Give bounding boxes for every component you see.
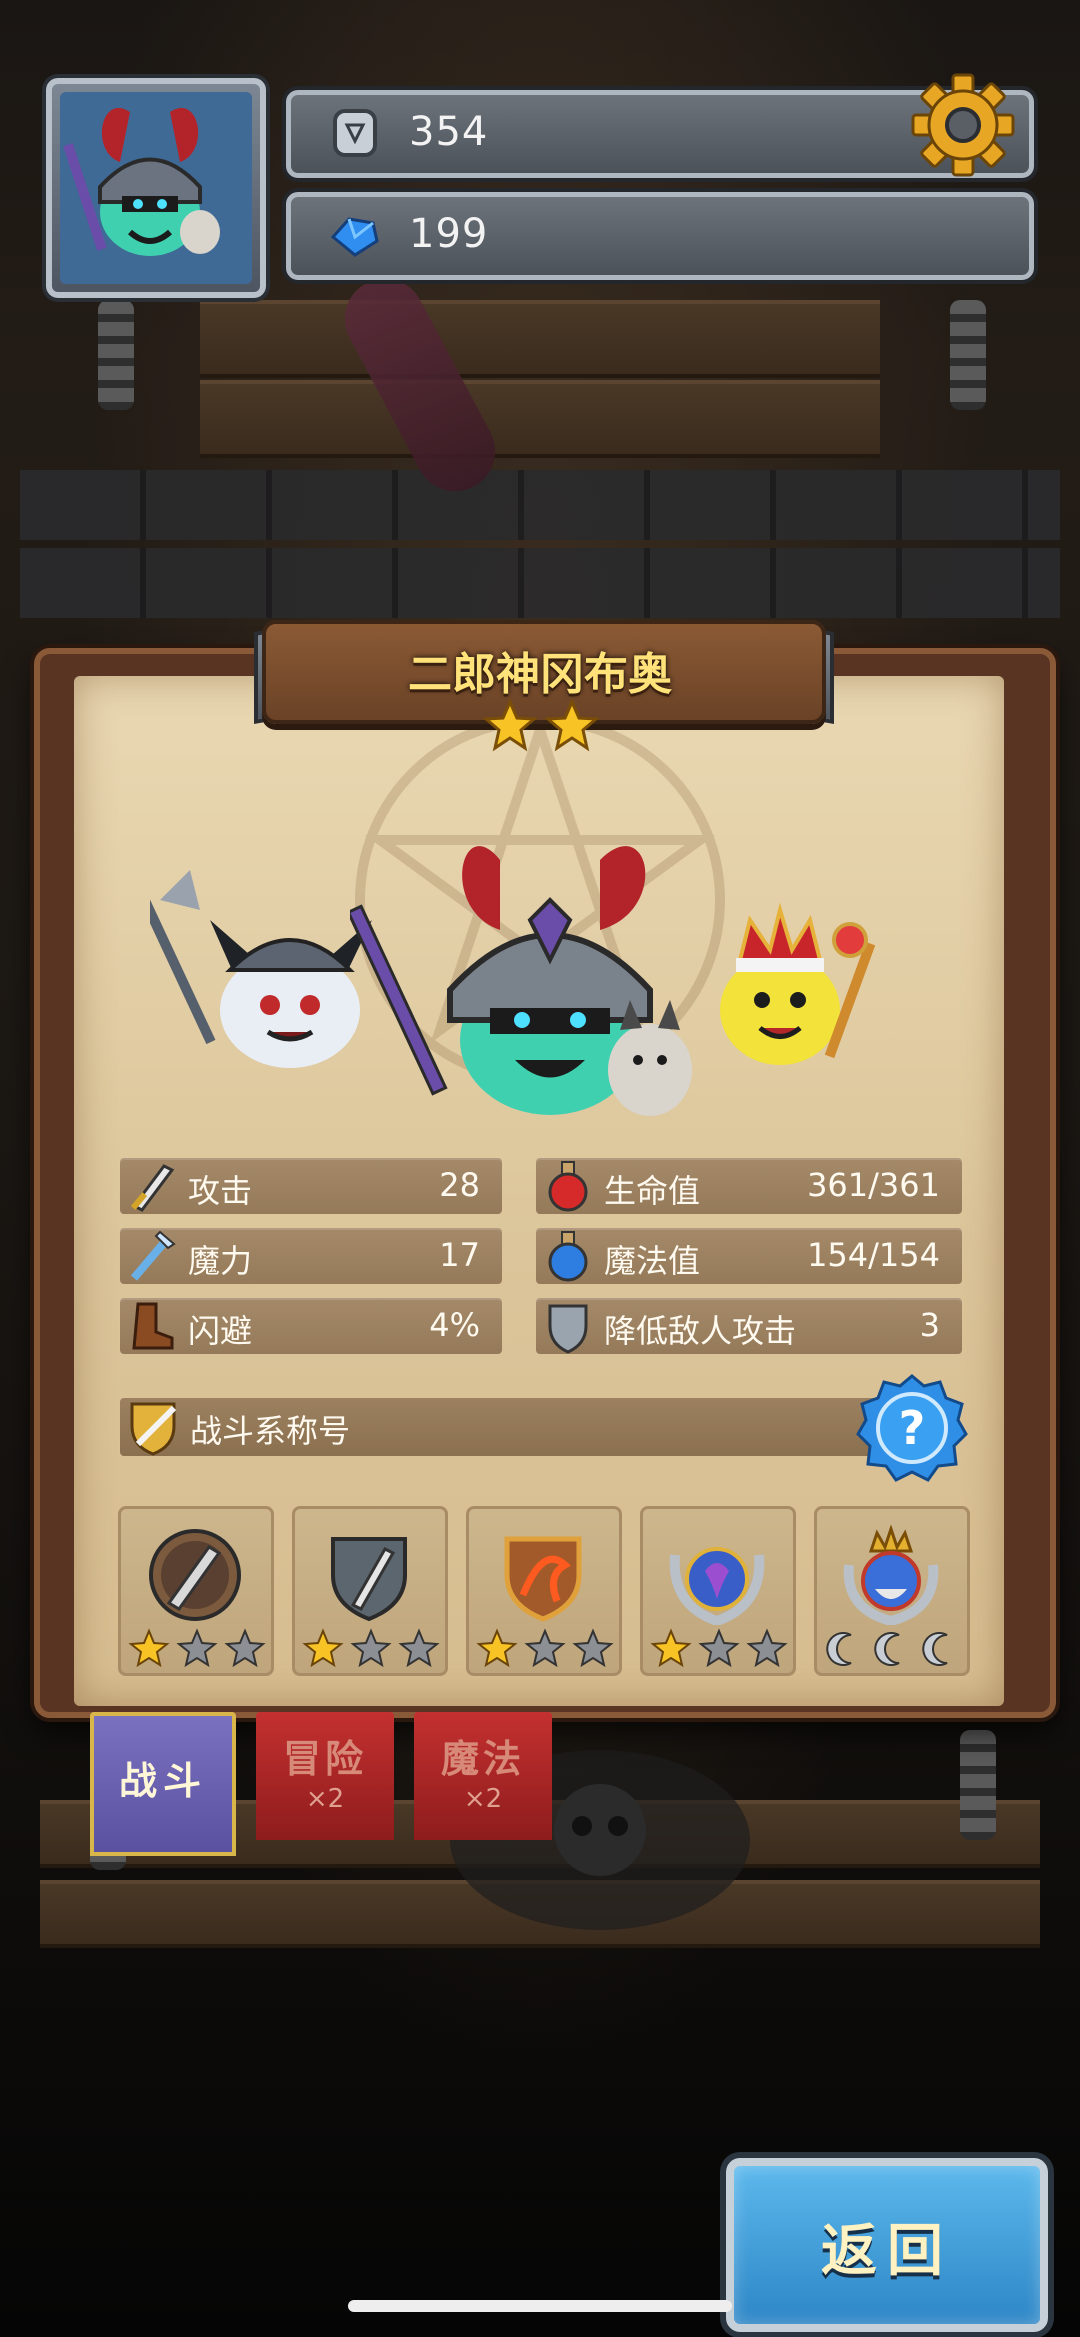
tab-label: 魔法 bbox=[440, 1737, 525, 1781]
help-question-mark: ? bbox=[899, 1401, 926, 1455]
chain-decoration bbox=[950, 300, 986, 410]
stat-label: 降低敌人攻击 bbox=[604, 1312, 797, 1350]
stat-value: 3 bbox=[919, 1306, 940, 1344]
tab-magic[interactable]: 魔法 ×2 bbox=[414, 1712, 552, 1840]
stat-reduce-enemy-attack: 降低敌人攻击 3 bbox=[536, 1298, 962, 1354]
stat-value: 28 bbox=[439, 1166, 480, 1204]
player-avatar-frame[interactable] bbox=[46, 78, 266, 298]
helmet-slime-avatar-icon bbox=[63, 107, 220, 256]
title-badge-slot[interactable] bbox=[292, 1506, 448, 1676]
gem-count: 199 bbox=[409, 211, 489, 257]
title-badge-slot[interactable] bbox=[640, 1506, 796, 1676]
stat-label: 魔力 bbox=[188, 1242, 253, 1280]
stat-value: 17 bbox=[439, 1236, 480, 1274]
star-icon bbox=[482, 698, 538, 752]
hero-name: 二郎神冈布奥 bbox=[408, 649, 672, 700]
back-button[interactable]: 返回 bbox=[726, 2158, 1048, 2332]
title-badge-slot[interactable] bbox=[118, 1506, 274, 1676]
tab-multiplier: ×2 bbox=[305, 1784, 345, 1814]
badge-stars bbox=[128, 1628, 266, 1668]
settings-gear-icon[interactable] bbox=[908, 70, 1018, 180]
help-button[interactable]: ? bbox=[856, 1372, 968, 1484]
stat-label: 闪避 bbox=[188, 1312, 253, 1350]
tab-adventure[interactable]: 冒险 ×2 bbox=[256, 1712, 394, 1840]
blue-potion-icon bbox=[548, 1231, 588, 1282]
stone-wall-row bbox=[20, 470, 1060, 540]
home-indicator[interactable] bbox=[348, 2300, 732, 2312]
tab-multiplier: ×2 bbox=[463, 1784, 503, 1814]
combat-title-label: 战斗系称号 bbox=[190, 1412, 351, 1450]
badge-moon-marks bbox=[826, 1632, 948, 1666]
tab-label: 冒险 bbox=[282, 1737, 367, 1781]
stat-label: 生命值 bbox=[604, 1172, 701, 1210]
stone-wall-row bbox=[20, 548, 1060, 618]
stat-label: 魔法值 bbox=[604, 1242, 701, 1280]
tab-battle[interactable]: 战斗 bbox=[90, 1712, 236, 1856]
spear-shield-emblem-icon bbox=[149, 1529, 241, 1621]
badge-stars bbox=[476, 1628, 614, 1668]
stat-attack: 攻击 28 bbox=[120, 1158, 502, 1214]
laurel-demon-emblem-icon bbox=[669, 1547, 765, 1625]
title-badge-slot[interactable] bbox=[814, 1506, 970, 1676]
chain-decoration bbox=[960, 1730, 996, 1840]
shield-icon bbox=[548, 1304, 588, 1354]
rune-stone-icon bbox=[333, 109, 377, 157]
red-potion-icon bbox=[548, 1161, 588, 1212]
boot-icon bbox=[132, 1302, 174, 1350]
erlang-helmet-slime-icon bbox=[350, 846, 692, 1116]
crowned-king-emblem-icon bbox=[843, 1525, 939, 1625]
title-badge-slot[interactable] bbox=[466, 1506, 622, 1676]
stat-value: 4% bbox=[429, 1306, 480, 1344]
gem-currency-bar: 199 bbox=[286, 192, 1034, 280]
chain-decoration bbox=[98, 300, 134, 410]
magic-wand-icon bbox=[130, 1230, 176, 1281]
dagger-shield-emblem-icon bbox=[331, 1537, 407, 1622]
sword-icon bbox=[130, 1164, 175, 1212]
dragon-shield-emblem-icon bbox=[504, 1536, 582, 1622]
wood-plank bbox=[200, 300, 880, 378]
back-button-label: 返回 bbox=[821, 2219, 953, 2284]
stat-hp: 生命值 361/361 bbox=[536, 1158, 962, 1214]
stat-magic-power: 魔力 17 bbox=[120, 1228, 502, 1284]
badge-stars bbox=[650, 1628, 788, 1668]
crowned-yellow-slime-icon bbox=[720, 902, 876, 1065]
wood-plank bbox=[200, 380, 880, 458]
stone-count: 354 bbox=[409, 109, 489, 155]
avatar bbox=[60, 92, 252, 284]
tab-label: 战斗 bbox=[118, 1759, 207, 1803]
star-icon bbox=[544, 698, 600, 752]
stat-label: 攻击 bbox=[188, 1172, 253, 1210]
gold-shield-sword-icon bbox=[130, 1402, 177, 1456]
stat-mp: 魔法值 154/154 bbox=[536, 1228, 962, 1284]
stat-value: 154/154 bbox=[807, 1236, 940, 1274]
stat-value: 361/361 bbox=[807, 1166, 940, 1204]
badge-stars bbox=[302, 1628, 440, 1668]
blue-gem-icon bbox=[330, 217, 379, 257]
combat-title-row: 战斗系称号 bbox=[120, 1398, 910, 1456]
stat-dodge: 闪避 4% bbox=[120, 1298, 502, 1354]
